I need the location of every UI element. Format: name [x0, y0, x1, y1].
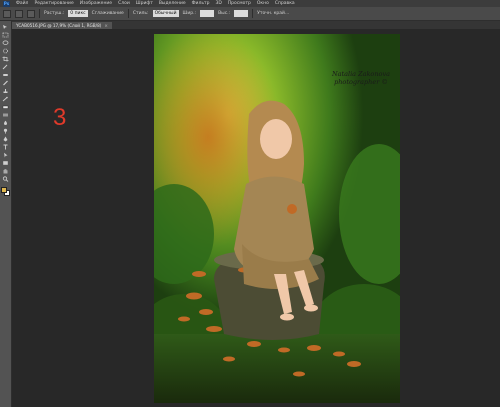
document-photo[interactable]: Natalia Zakonova photographer © [154, 34, 400, 403]
menu-view[interactable]: Просмотр [228, 0, 251, 7]
forest-girl-photo [154, 34, 400, 403]
height-label: Выс.: [218, 11, 231, 16]
photographer-watermark: Natalia Zakonova photographer © [332, 70, 390, 86]
style-label: Стиль: [132, 11, 149, 16]
step-number-annotation: 3 [53, 104, 67, 131]
menu-window[interactable]: Окно [257, 0, 269, 7]
document-tab-bar: YCAB0516.JPG @ 17,9% (Слой 1, RGB/8) × [12, 21, 500, 29]
tools-panel [0, 21, 12, 407]
zoom-tool-icon[interactable] [2, 176, 9, 182]
separator [127, 9, 129, 18]
menu-select[interactable]: Выделение [159, 0, 186, 7]
menu-edit[interactable]: Редактирование [34, 0, 73, 7]
smoothing-checkbox[interactable]: Сглаживание [92, 11, 124, 16]
separator [39, 9, 40, 18]
pen-tool-icon[interactable] [2, 136, 9, 142]
menu-file[interactable]: Файл [16, 0, 28, 7]
watermark-title: photographer © [334, 78, 388, 86]
menu-bar: Ps Файл Редактирование Изображение Слои … [0, 0, 500, 7]
gradient-tool-icon[interactable] [2, 112, 9, 118]
color-swatches[interactable] [0, 187, 11, 197]
blur-tool-icon[interactable] [2, 120, 9, 126]
move-tool-icon[interactable] [2, 24, 9, 30]
menu-filter[interactable]: Фильтр [192, 0, 210, 7]
document-tab-title: YCAB0516.JPG @ 17,9% (Слой 1, RGB/8) [16, 23, 102, 28]
type-tool-icon[interactable] [2, 144, 9, 150]
document-tab[interactable]: YCAB0516.JPG @ 17,9% (Слой 1, RGB/8) × [12, 22, 112, 29]
healing-tool-icon[interactable] [2, 72, 9, 78]
refine-edge-button[interactable]: Уточн. край... [257, 11, 289, 16]
height-input[interactable] [234, 10, 249, 17]
crop-tool-icon[interactable] [2, 56, 9, 62]
hand-tool-icon[interactable] [2, 168, 9, 174]
eyedropper-tool-icon[interactable] [2, 64, 9, 70]
options-bar: Растуш.: 0 пикс Сглаживание Стиль: Обычн… [0, 7, 500, 21]
eraser-tool-icon[interactable] [2, 104, 9, 110]
close-tab-icon[interactable]: × [104, 22, 108, 29]
shape-tool-icon[interactable] [2, 160, 9, 166]
add-selection-button[interactable] [27, 9, 35, 18]
history-brush-tool-icon[interactable] [2, 96, 9, 102]
menu-3d[interactable]: 3D [215, 0, 221, 7]
lasso-tool-icon[interactable] [2, 40, 9, 46]
brush-tool-icon[interactable] [2, 80, 9, 86]
style-select[interactable]: Обычный [152, 10, 179, 17]
feather-input[interactable]: 0 пикс [68, 10, 88, 17]
width-input[interactable] [200, 10, 215, 17]
foreground-color-swatch[interactable] [0, 187, 7, 193]
dodge-tool-icon[interactable] [2, 128, 9, 134]
clone-stamp-tool-icon[interactable] [2, 88, 9, 94]
feather-label: Растуш.: [44, 11, 65, 16]
path-select-tool-icon[interactable] [2, 152, 9, 158]
quick-select-tool-icon[interactable] [2, 48, 9, 54]
menu-image[interactable]: Изображение [80, 0, 112, 7]
separator [252, 9, 254, 18]
marquee-tool-icon[interactable] [2, 32, 9, 38]
canvas-area[interactable]: 3 Natalia Zakonova photographer © [12, 29, 500, 407]
menu-type[interactable]: Шрифт [136, 0, 153, 7]
menu-help[interactable]: Справка [275, 0, 295, 7]
tool-preset-button[interactable] [3, 9, 11, 18]
menu-layers[interactable]: Слои [118, 0, 130, 7]
new-selection-button[interactable] [15, 9, 23, 18]
photoshop-logo: Ps [3, 0, 10, 7]
width-label: Шир.: [182, 11, 197, 16]
watermark-name: Natalia Zakonova [331, 70, 390, 78]
